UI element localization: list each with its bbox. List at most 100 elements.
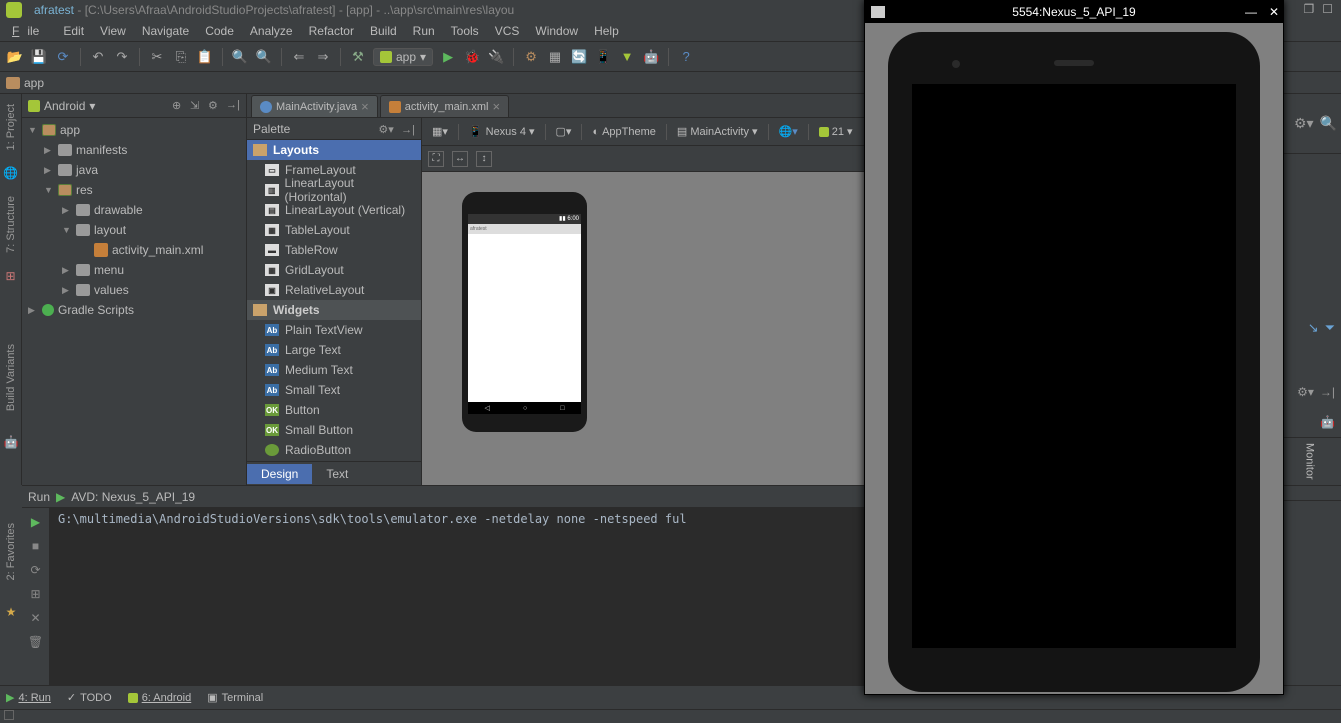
tab-favorites[interactable]: 2: Favorites bbox=[5, 519, 17, 584]
forward-icon[interactable]: ⇒ bbox=[314, 48, 332, 66]
palette-group-widgets[interactable]: Widgets bbox=[247, 300, 421, 320]
menu-refactor[interactable]: Refactor bbox=[301, 22, 362, 40]
maximize-icon[interactable]: ☐ bbox=[1322, 2, 1333, 18]
menu-code[interactable]: Code bbox=[197, 22, 242, 40]
fit-icon[interactable]: ⛶ bbox=[428, 151, 444, 167]
trash-icon[interactable]: 🗑 bbox=[28, 634, 44, 650]
locale-selector[interactable]: 🌐▾ bbox=[775, 123, 802, 140]
back-icon[interactable]: ⇐ bbox=[290, 48, 308, 66]
replace-icon[interactable]: 🔍 bbox=[255, 48, 273, 66]
menu-vcs[interactable]: VCS bbox=[487, 22, 528, 40]
menu-file[interactable]: File bbox=[4, 22, 55, 40]
tab-main-activity[interactable]: MainActivity.java × bbox=[251, 95, 378, 117]
breadcrumb-item[interactable]: app bbox=[24, 76, 44, 90]
sync-gradle-icon[interactable]: 🔄 bbox=[570, 48, 588, 66]
star-icon[interactable]: ★ bbox=[6, 605, 17, 619]
palette-linearlayout-v[interactable]: ▤LinearLayout (Vertical) bbox=[247, 200, 421, 220]
menu-navigate[interactable]: Navigate bbox=[134, 22, 197, 40]
close-icon[interactable]: ✕ bbox=[28, 610, 44, 626]
find-icon[interactable]: 🔍 bbox=[231, 48, 249, 66]
tab-structure[interactable]: 7: Structure bbox=[5, 192, 17, 257]
emulator-window[interactable]: 5554:Nexus_5_API_19 — ✕ bbox=[864, 0, 1284, 695]
attach-icon[interactable]: 🔌 bbox=[487, 48, 505, 66]
menu-help[interactable]: Help bbox=[586, 22, 627, 40]
device-selector[interactable]: 📱Nexus 4▾ bbox=[465, 123, 539, 140]
tab-activity-xml[interactable]: activity_main.xml × bbox=[380, 95, 509, 117]
project-mode[interactable]: Android bbox=[44, 99, 85, 113]
android-icon[interactable]: 🤖 bbox=[1320, 415, 1335, 429]
restart-icon[interactable]: ⟳ bbox=[28, 562, 44, 578]
chevron-down-icon[interactable]: ▾ bbox=[89, 99, 95, 113]
tree-gradle[interactable]: ▶Gradle Scripts bbox=[22, 300, 246, 320]
rerun-icon[interactable]: ▶ bbox=[28, 514, 44, 530]
align-h-icon[interactable]: ↔ bbox=[452, 151, 468, 167]
run-icon[interactable]: ▶ bbox=[56, 490, 65, 504]
hide-icon[interactable]: →| bbox=[401, 124, 415, 136]
project-structure-icon[interactable]: ▦ bbox=[546, 48, 564, 66]
dump-icon[interactable]: ⊞ bbox=[28, 586, 44, 602]
collapse-icon[interactable]: ⇲ bbox=[190, 99, 204, 113]
undo-icon[interactable]: ↶ bbox=[89, 48, 107, 66]
settings-icon[interactable]: ⚙ bbox=[522, 48, 540, 66]
emulator-screen[interactable] bbox=[912, 84, 1236, 648]
tree-values[interactable]: ▶values bbox=[22, 280, 246, 300]
tree-app[interactable]: ▼app bbox=[22, 120, 246, 140]
menu-build[interactable]: Build bbox=[362, 22, 405, 40]
globe-icon[interactable]: 🌐 bbox=[3, 166, 18, 180]
status-run[interactable]: ▶4: Run bbox=[6, 691, 51, 704]
tab-project[interactable]: 1: Project bbox=[5, 100, 17, 154]
status-android[interactable]: 6: Android bbox=[128, 692, 192, 704]
palette-relativelayout[interactable]: ▣RelativeLayout bbox=[247, 280, 421, 300]
close-icon[interactable]: ✕ bbox=[1269, 5, 1279, 19]
palette-small-button[interactable]: OKSmall Button bbox=[247, 420, 421, 440]
stop-icon[interactable]: ■ bbox=[28, 538, 44, 554]
sdk-manager-icon[interactable]: ▼ bbox=[618, 48, 636, 66]
cut-icon[interactable]: ✂ bbox=[148, 48, 166, 66]
palette-medium-text[interactable]: AbMedium Text bbox=[247, 360, 421, 380]
palette-group-layouts[interactable]: Layouts bbox=[247, 140, 421, 160]
redo-icon[interactable]: ↷ bbox=[113, 48, 131, 66]
tab-text[interactable]: Text bbox=[312, 464, 362, 484]
search-icon[interactable]: 🔍 bbox=[1320, 115, 1337, 132]
filter-icon[interactable]: ⏷ bbox=[1325, 320, 1335, 336]
palette-button[interactable]: OKButton bbox=[247, 400, 421, 420]
menu-edit[interactable]: Edit bbox=[55, 22, 92, 40]
run-icon[interactable]: ▶ bbox=[439, 48, 457, 66]
render-options-icon[interactable]: ▦▾ bbox=[428, 123, 452, 140]
orientation-selector[interactable]: ▢▾ bbox=[552, 123, 576, 140]
hide-icon[interactable]: →| bbox=[1320, 385, 1335, 399]
gear-icon[interactable]: ⚙ bbox=[208, 99, 222, 113]
android-icon[interactable]: 🤖 bbox=[4, 435, 19, 449]
open-icon[interactable]: 📂 bbox=[6, 48, 24, 66]
expand-icon[interactable]: ↘ bbox=[1308, 320, 1319, 336]
target-icon[interactable]: ⊕ bbox=[172, 99, 186, 113]
help-icon[interactable]: ? bbox=[677, 48, 695, 66]
gear-icon[interactable]: ⚙▾ bbox=[1297, 385, 1314, 399]
theme-selector[interactable]: ◐AppTheme bbox=[588, 124, 659, 140]
paste-icon[interactable]: 📋 bbox=[196, 48, 214, 66]
tab-monitor[interactable]: Monitor bbox=[1278, 437, 1341, 485]
make-icon[interactable]: ⚒ bbox=[349, 48, 367, 66]
tree-res[interactable]: ▼res bbox=[22, 180, 246, 200]
menu-run[interactable]: Run bbox=[405, 22, 443, 40]
palette-radiobutton[interactable]: RadioButton bbox=[247, 440, 421, 460]
api-selector[interactable]: 21▾ bbox=[815, 123, 857, 140]
save-icon[interactable]: 💾 bbox=[30, 48, 48, 66]
gear-icon[interactable]: ⚙▾ bbox=[1294, 115, 1314, 132]
debug-icon[interactable]: 🐞 bbox=[463, 48, 481, 66]
menu-tools[interactable]: Tools bbox=[443, 22, 487, 40]
tree-manifests[interactable]: ▶manifests bbox=[22, 140, 246, 160]
palette-tablelayout[interactable]: ▦TableLayout bbox=[247, 220, 421, 240]
emulator-title-bar[interactable]: 5554:Nexus_5_API_19 — ✕ bbox=[865, 1, 1283, 23]
menu-analyze[interactable]: Analyze bbox=[242, 22, 301, 40]
tree-java[interactable]: ▶java bbox=[22, 160, 246, 180]
tab-design[interactable]: Design bbox=[247, 464, 312, 484]
status-indicator[interactable] bbox=[4, 710, 14, 720]
structure-icon[interactable]: ⊞ bbox=[5, 269, 15, 283]
tree-drawable[interactable]: ▶drawable bbox=[22, 200, 246, 220]
run-config-selector[interactable]: app ▾ bbox=[373, 48, 433, 66]
avd-manager-icon[interactable]: 📱 bbox=[594, 48, 612, 66]
close-icon[interactable]: × bbox=[492, 99, 500, 114]
minimize-icon[interactable]: — bbox=[1245, 5, 1257, 19]
activity-selector[interactable]: ▤MainActivity▾ bbox=[673, 123, 762, 140]
